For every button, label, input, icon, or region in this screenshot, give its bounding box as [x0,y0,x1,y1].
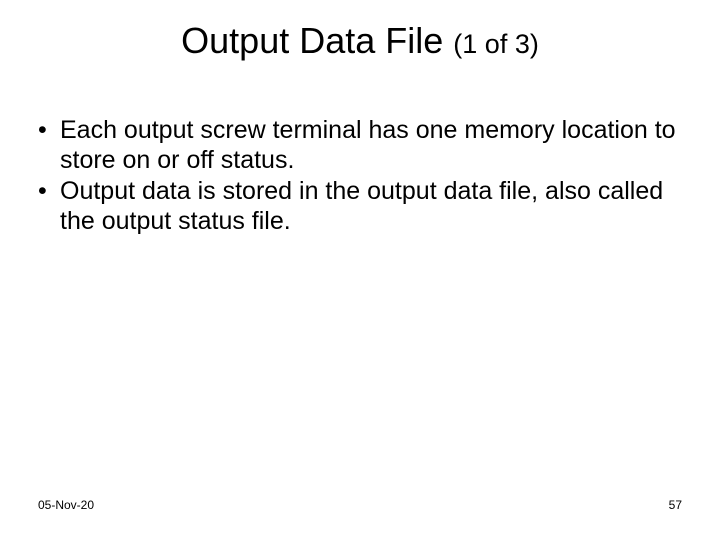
bullet-icon: • [38,116,60,175]
slide-body: • Each output screw terminal has one mem… [38,116,682,238]
slide: Output Data File (1 of 3) • Each output … [0,0,720,540]
footer-page-number: 57 [669,498,682,512]
bullet-text: Each output screw terminal has one memor… [60,116,682,175]
title-part: (1 of 3) [453,29,539,59]
footer-date: 05-Nov-20 [38,498,94,512]
list-item: • Output data is stored in the output da… [38,177,682,236]
bullet-text: Output data is stored in the output data… [60,177,682,236]
list-item: • Each output screw terminal has one mem… [38,116,682,175]
title-main: Output Data File [181,20,443,61]
bullet-icon: • [38,177,60,236]
slide-title: Output Data File (1 of 3) [0,20,720,62]
